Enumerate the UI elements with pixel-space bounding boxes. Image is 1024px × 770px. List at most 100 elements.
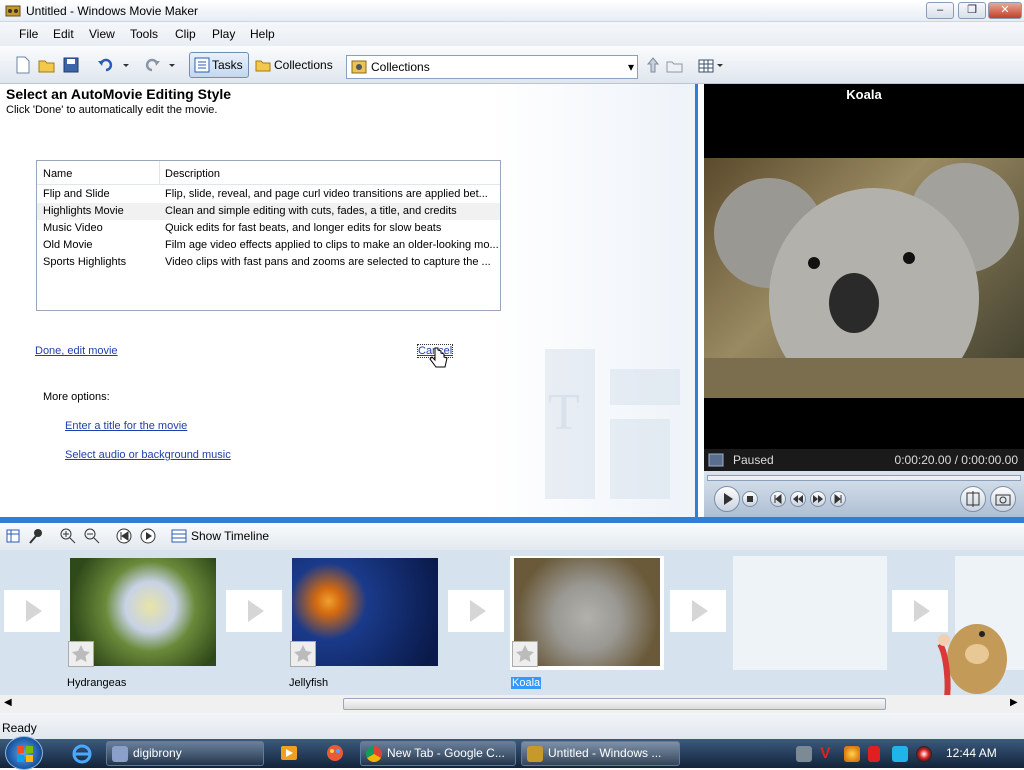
preview-video-frame <box>704 158 1024 398</box>
collections-button[interactable]: Collections <box>251 52 337 78</box>
play-button[interactable] <box>714 486 740 512</box>
menu-clip[interactable]: Clip <box>175 27 196 41</box>
previous-frame-button[interactable] <box>770 491 786 507</box>
taskbar-item-movie-maker[interactable]: Untitled - Windows ... <box>521 741 680 766</box>
preview-monitor: Koala Paused 0:00:20.00 / 0:00:00.00 <box>704 84 1024 517</box>
antivirus-v-icon[interactable]: V <box>820 746 836 762</box>
search-tray-icon[interactable] <box>844 746 860 762</box>
new-collection-folder-icon[interactable] <box>666 56 684 74</box>
transition-slot[interactable] <box>4 590 60 632</box>
list-item[interactable]: Old Movie Film age video effects applied… <box>37 237 500 254</box>
menu-help[interactable]: Help <box>250 27 275 41</box>
transition-slot[interactable] <box>670 590 726 632</box>
network-icon[interactable] <box>892 746 908 762</box>
zoom-out-icon[interactable] <box>84 528 100 547</box>
clip-koala[interactable] <box>510 556 664 670</box>
chrome-icon <box>366 746 382 762</box>
timeline-icon[interactable] <box>171 528 187 547</box>
more-options-label: More options: <box>43 391 110 403</box>
column-divider[interactable] <box>159 161 160 185</box>
tray-app-icon[interactable] <box>796 746 812 762</box>
storyboard-icon[interactable] <box>6 529 20 546</box>
pane-divider[interactable] <box>695 84 698 517</box>
undo-icon[interactable] <box>97 56 115 74</box>
save-project-icon[interactable] <box>62 56 80 74</box>
folder-icon <box>255 57 271 81</box>
transition-slot[interactable] <box>448 590 504 632</box>
split-clip-button[interactable] <box>960 486 986 512</box>
scrollbar-thumb[interactable] <box>343 698 886 710</box>
star-icon[interactable] <box>512 641 538 667</box>
redo-icon[interactable] <box>143 56 161 74</box>
maximize-button[interactable]: ❐ <box>958 2 986 19</box>
tasks-button[interactable]: Tasks <box>189 52 249 78</box>
menu-view[interactable]: View <box>89 27 115 41</box>
taskbar-item-digibrony[interactable]: digibrony <box>106 741 264 766</box>
clip-label[interactable]: Hydrangeas <box>67 677 126 689</box>
seek-bar[interactable] <box>707 475 1021 481</box>
clock[interactable]: 12:44 AM <box>946 746 997 760</box>
flag-icon[interactable] <box>868 746 880 762</box>
volume-icon[interactable] <box>916 746 932 762</box>
menu-file[interactable]: File <box>19 27 38 41</box>
redo-dropdown-icon[interactable] <box>167 56 177 74</box>
storyboard: Hydrangeas Jellyfish Koala <box>0 550 1024 735</box>
fast-forward-button[interactable] <box>810 491 826 507</box>
column-header-description[interactable]: Description <box>165 168 220 180</box>
star-icon[interactable] <box>68 641 94 667</box>
clip-label[interactable]: Jellyfish <box>289 677 328 689</box>
internet-explorer-icon[interactable] <box>72 744 92 767</box>
scroll-right-icon[interactable]: ▶ <box>1010 697 1018 708</box>
playback-controls <box>704 471 1024 517</box>
transition-slot[interactable] <box>226 590 282 632</box>
minimize-button[interactable]: – <box>926 2 954 19</box>
clip-jellyfish[interactable] <box>288 556 442 670</box>
rewind-storyboard-icon[interactable] <box>116 528 132 547</box>
page-title: Select an AutoMovie Editing Style <box>6 86 232 102</box>
play-storyboard-icon[interactable] <box>140 528 156 547</box>
column-header-name[interactable]: Name <box>43 168 72 180</box>
new-project-icon[interactable] <box>14 56 32 74</box>
views-menu-icon[interactable] <box>698 58 726 76</box>
preview-title: Koala <box>846 87 882 102</box>
narrate-icon[interactable] <box>28 528 44 547</box>
paint-icon[interactable] <box>326 744 344 765</box>
chevron-down-icon: ▾ <box>627 60 634 74</box>
empty-clip-slot[interactable] <box>733 556 887 670</box>
list-item[interactable]: Flip and Slide Flip, slide, reveal, and … <box>37 186 500 203</box>
storyboard-toolbar: Show Timeline <box>0 523 1024 550</box>
undo-dropdown-icon[interactable] <box>121 56 131 74</box>
style-description: Film age video effects applied to clips … <box>165 239 499 251</box>
next-frame-button[interactable] <box>830 491 846 507</box>
editing-style-list[interactable]: Name Description Flip and Slide Flip, sl… <box>36 160 501 311</box>
menu-play[interactable]: Play <box>212 27 235 41</box>
fullscreen-icon[interactable] <box>708 452 724 471</box>
start-button[interactable] <box>5 736 43 770</box>
take-picture-button[interactable] <box>990 486 1016 512</box>
zoom-in-icon[interactable] <box>60 528 76 547</box>
show-timeline-button[interactable]: Show Timeline <box>191 529 269 543</box>
list-item[interactable]: Highlights Movie Clean and simple editin… <box>37 203 500 220</box>
clip-hydrangeas[interactable] <box>66 556 220 670</box>
menu-tools[interactable]: Tools <box>130 27 158 41</box>
clip-label-selected[interactable]: Koala <box>511 677 542 689</box>
stop-button[interactable] <box>742 491 758 507</box>
close-button[interactable]: ✕ <box>988 2 1022 19</box>
list-item[interactable]: Music Video Quick edits for fast beats, … <box>37 220 500 237</box>
menu-edit[interactable]: Edit <box>53 27 74 41</box>
done-edit-movie-link[interactable]: Done, edit movie <box>35 345 118 357</box>
scroll-left-icon[interactable]: ◀ <box>4 697 12 708</box>
list-item[interactable]: Sports Highlights Video clips with fast … <box>37 254 500 271</box>
collections-dropdown[interactable]: Collections ▾ <box>346 55 638 79</box>
up-one-level-icon[interactable] <box>644 56 662 74</box>
media-player-icon[interactable] <box>280 744 298 765</box>
style-description: Flip, slide, reveal, and page curl video… <box>165 188 488 200</box>
enter-title-link[interactable]: Enter a title for the movie <box>65 420 187 432</box>
open-project-icon[interactable] <box>38 56 56 74</box>
style-name: Sports Highlights <box>43 256 127 268</box>
select-audio-link[interactable]: Select audio or background music <box>65 449 231 461</box>
taskbar-item-google-chrome[interactable]: New Tab - Google C... <box>360 741 516 766</box>
horizontal-scrollbar[interactable]: ◀ ▶ <box>0 695 1024 713</box>
rewind-button[interactable] <box>790 491 806 507</box>
star-icon[interactable] <box>290 641 316 667</box>
